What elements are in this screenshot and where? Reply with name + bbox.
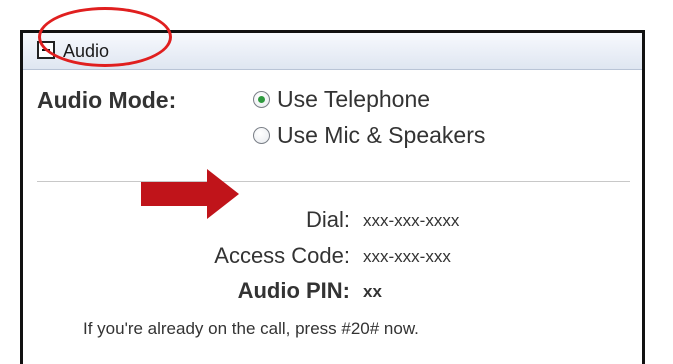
use-telephone-option[interactable]: Use Telephone xyxy=(253,86,430,113)
audio-pin-value: xx xyxy=(363,282,382,301)
call-note: If you're already on the call, press #20… xyxy=(83,319,419,338)
access-code-label: Access Code: xyxy=(214,243,350,268)
access-code-value: xxx-xxx-xxx xyxy=(363,247,451,266)
use-mic-speakers-label: Use Mic & Speakers xyxy=(277,122,486,148)
radio-checked-icon[interactable] xyxy=(253,91,270,108)
use-telephone-label: Use Telephone xyxy=(277,86,431,112)
use-mic-speakers-option[interactable]: Use Mic & Speakers xyxy=(253,122,485,149)
section-divider xyxy=(37,181,630,182)
red-arrow-icon xyxy=(141,169,239,219)
radio-unchecked-icon[interactable] xyxy=(253,127,270,144)
highlight-circle xyxy=(38,7,172,67)
audio-pin-label: Audio PIN: xyxy=(237,278,350,303)
dial-value: xxx-xxx-xxxx xyxy=(363,211,460,230)
audio-panel: Audio Audio Mode: Use Telephone Use Mic … xyxy=(20,30,645,364)
dial-label: Dial: xyxy=(305,207,350,232)
audio-mode-label: Audio Mode: xyxy=(37,87,177,113)
